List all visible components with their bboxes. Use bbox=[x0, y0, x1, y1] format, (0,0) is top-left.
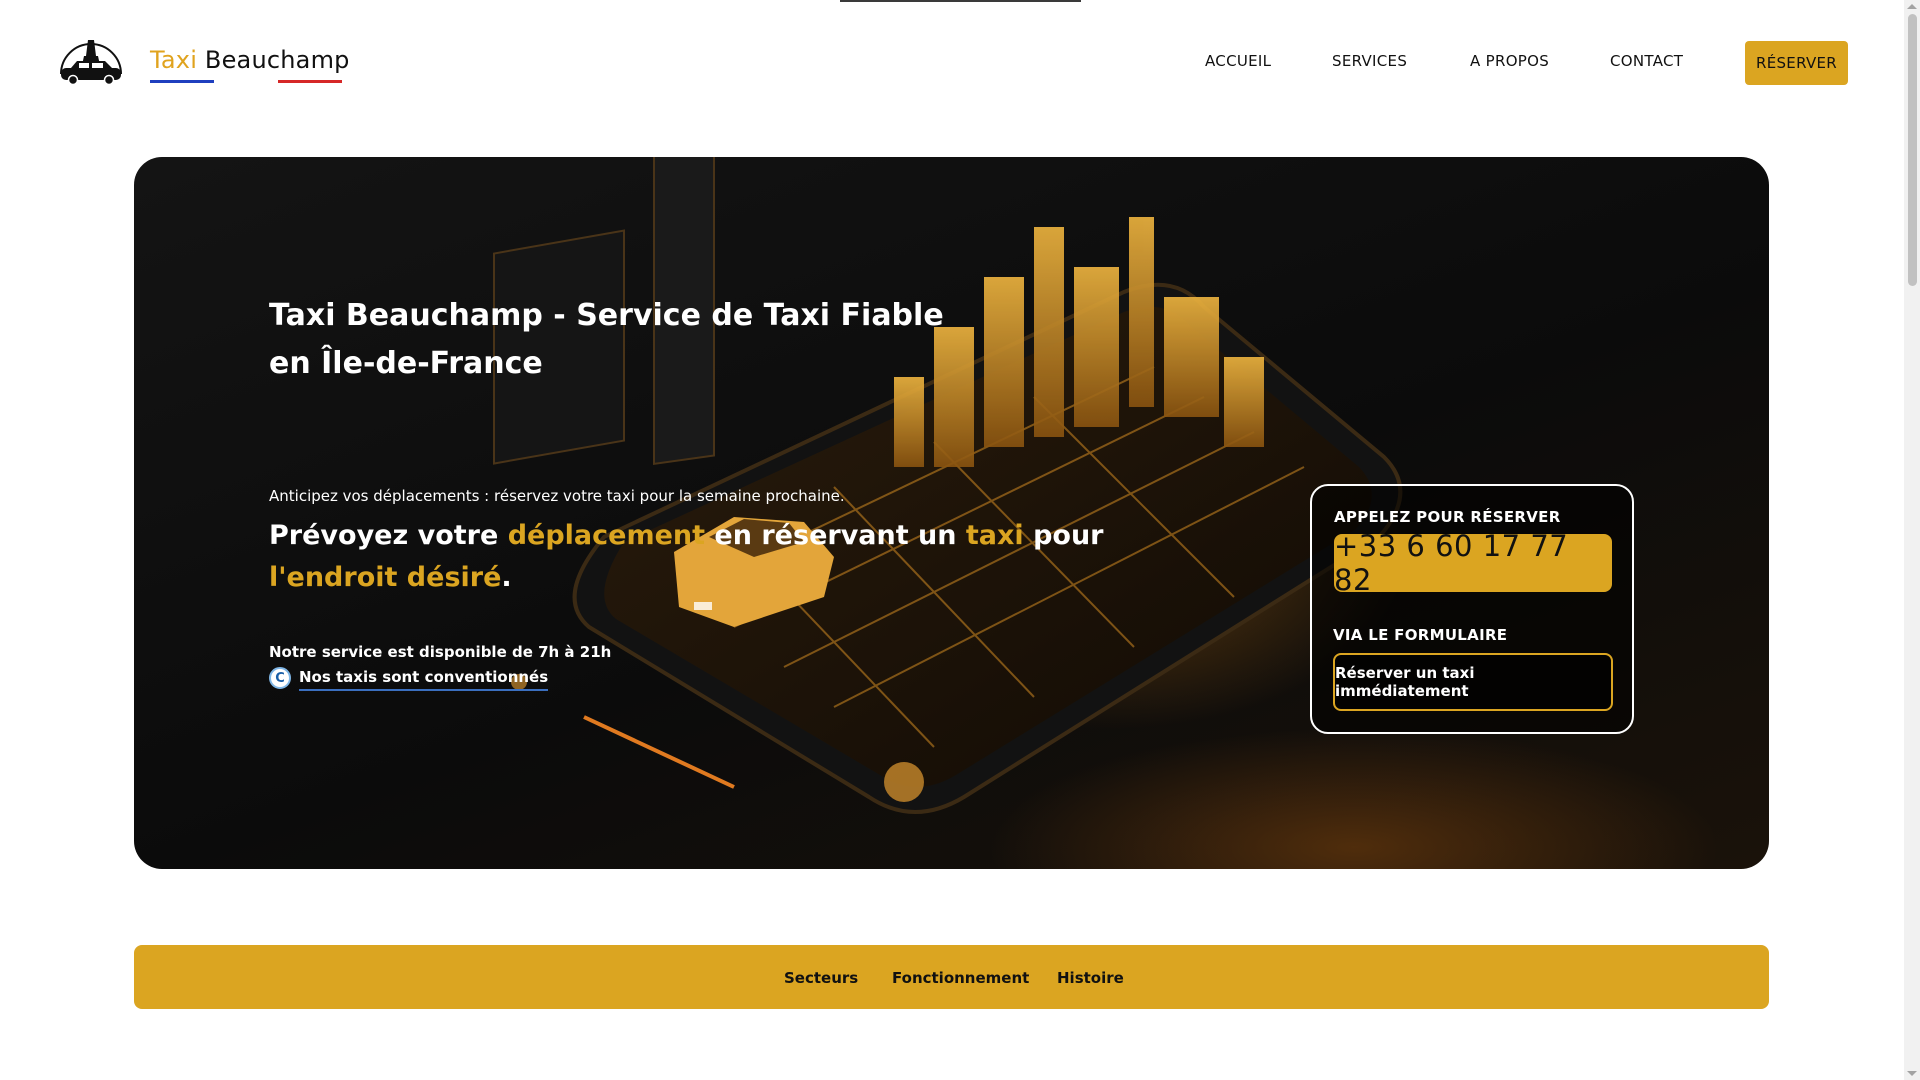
lead-part-2: en réservant un bbox=[705, 520, 966, 551]
logo-tricolore-underline bbox=[150, 80, 342, 83]
lead-highlight-endroit: l'endroit désiré bbox=[269, 562, 502, 593]
logo-word-taxi: Taxi bbox=[150, 46, 198, 74]
tricolore-white bbox=[214, 80, 278, 83]
reserve-form-button[interactable]: Réserver un taxi immédiatement bbox=[1333, 653, 1613, 711]
section-subnav: Secteurs Fonctionnement Histoire bbox=[134, 945, 1769, 1009]
tricolore-red bbox=[278, 80, 342, 83]
lead-highlight-taxi: taxi bbox=[965, 520, 1024, 551]
hero-title: Taxi Beauchamp - Service de Taxi Fiable … bbox=[269, 298, 944, 381]
booking-card: APPELEZ POUR RÉSERVER +33 6 60 17 77 82 … bbox=[1310, 484, 1634, 734]
nav-services[interactable]: SERVICES bbox=[1332, 52, 1407, 70]
form-label: VIA LE FORMULAIRE bbox=[1333, 626, 1508, 644]
lead-part-1: Prévoyez votre bbox=[269, 520, 508, 551]
lead-highlight-deplacement: déplacement bbox=[507, 520, 706, 551]
nav-a-propos[interactable]: A PROPOS bbox=[1470, 52, 1549, 70]
service-hours: Notre service est disponible de 7h à 21h bbox=[269, 643, 612, 661]
call-label: APPELEZ POUR RÉSERVER bbox=[1334, 508, 1561, 526]
subnav-fonctionnement[interactable]: Fonctionnement bbox=[892, 969, 1029, 987]
lead-part-4: . bbox=[501, 562, 512, 593]
eiffel-tower-taxi-logo-icon[interactable] bbox=[55, 30, 127, 86]
subnav-histoire[interactable]: Histoire bbox=[1057, 969, 1124, 987]
subnav-secteurs[interactable]: Secteurs bbox=[784, 969, 858, 987]
browser-top-indicator bbox=[840, 0, 1081, 2]
page-scrollbar[interactable] bbox=[1904, 0, 1920, 1080]
hero-section: Taxi Beauchamp - Service de Taxi Fiable … bbox=[134, 157, 1769, 869]
scroll-up-arrow-icon[interactable] bbox=[1907, 4, 1917, 9]
logo-word-name: Beauchamp bbox=[204, 46, 350, 74]
hero-subtitle-small: Anticipez vos déplacements : réservez vo… bbox=[269, 487, 845, 505]
scrollbar-thumb[interactable] bbox=[1908, 14, 1917, 286]
scroll-down-arrow-icon[interactable] bbox=[1907, 1071, 1917, 1076]
conventionne-badge-icon: C bbox=[269, 667, 291, 689]
nav-contact[interactable]: CONTACT bbox=[1610, 52, 1683, 70]
nav-reserver-button[interactable]: RÉSERVER bbox=[1745, 41, 1848, 85]
tricolore-blue bbox=[150, 80, 214, 83]
site-logo-text[interactable]: Taxi Beauchamp bbox=[150, 46, 350, 74]
conventionne-link[interactable]: Nos taxis sont conventionnés bbox=[299, 668, 549, 691]
phone-call-button[interactable]: +33 6 60 17 77 82 bbox=[1334, 529, 1612, 597]
lead-part-3: pour bbox=[1023, 520, 1104, 551]
hero-lead: Prévoyez votre déplacement en réservant … bbox=[269, 515, 1169, 599]
nav-accueil[interactable]: ACCUEIL bbox=[1205, 52, 1271, 70]
